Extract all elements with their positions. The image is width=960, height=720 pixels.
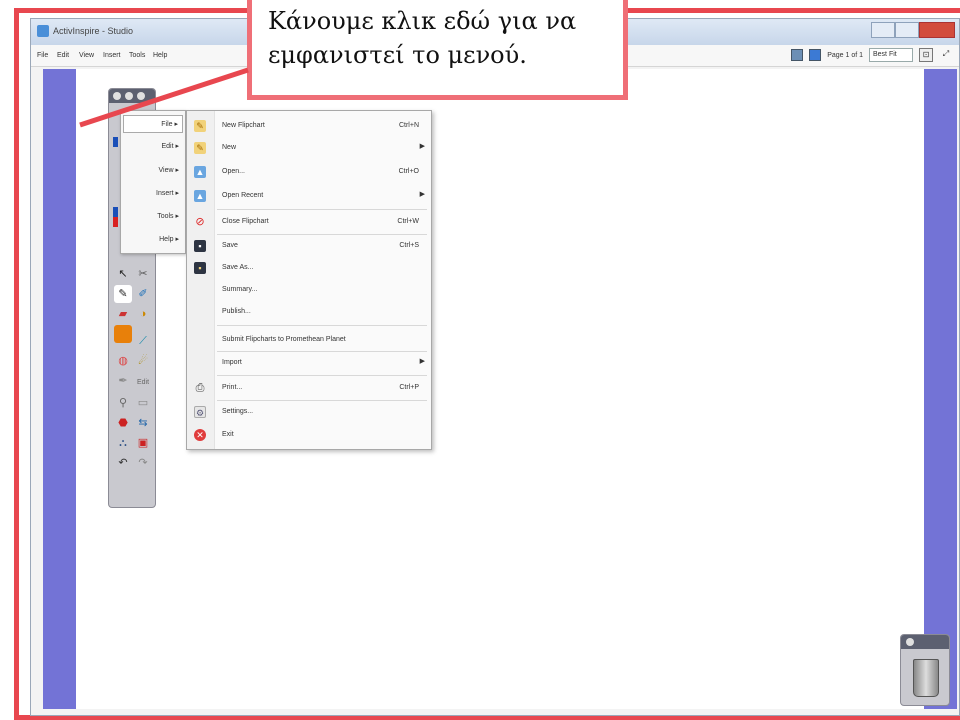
menu-item-new[interactable]: ✎ New ▶ [187, 137, 431, 159]
page-view-icon[interactable] [809, 49, 822, 61]
menu-item-open[interactable]: ▲ Open... Ctrl+O [187, 161, 431, 183]
menu-insert[interactable]: Insert [103, 52, 121, 59]
new-icon: ✎ [194, 142, 206, 154]
trash-can-icon[interactable] [913, 659, 939, 697]
expand-icon[interactable]: ⤢ [939, 48, 953, 62]
revealer-icon[interactable]: ⛬ [114, 434, 132, 452]
exit-icon: ✕ [194, 429, 206, 441]
grid-icon[interactable] [791, 49, 804, 61]
zoom-select[interactable]: Best Fit [869, 48, 913, 62]
menu-item-save[interactable]: ▪ Save Ctrl+S [187, 235, 431, 257]
menu-item-import[interactable]: Import ▶ [187, 352, 431, 374]
clear-icon[interactable]: ▣ [134, 434, 152, 452]
main-menu: File ▸ Edit ▸ View ▸ Insert ▸ Tools ▸ He… [120, 110, 186, 254]
menu-separator [217, 325, 427, 326]
maximize-button[interactable] [895, 22, 919, 38]
menu-item-exit[interactable]: ✕ Exit [187, 424, 431, 446]
pen-icon[interactable]: ✎ [114, 285, 132, 303]
main-menu-item-edit[interactable]: Edit ▸ [161, 142, 179, 150]
print-icon: ⎙ [195, 382, 205, 394]
pin-icon[interactable] [125, 92, 133, 100]
color-swatch-blue[interactable] [113, 137, 118, 147]
color-swatch-blue-2[interactable] [113, 207, 118, 217]
callout-line-2: εμφανιστεί το μενού. [268, 41, 527, 69]
annotation-callout: Κάνουμε κλικ εδώ για να εμφανιστεί το με… [247, 0, 628, 100]
menu-item-close-flipchart[interactable]: ⊘ Close Flipchart Ctrl+W [187, 211, 431, 233]
menu-item-new-flipchart[interactable]: ✎ New Flipchart Ctrl+N [187, 115, 431, 137]
shape-icon[interactable] [114, 325, 132, 343]
fill-icon[interactable]: ◍ [114, 352, 132, 370]
settings-icon: ⚙ [194, 406, 206, 418]
callout-line-1: Κάνουμε κλικ εδώ για να [268, 7, 577, 35]
stamp-icon[interactable]: ⬣ [114, 414, 132, 432]
main-menu-item-help[interactable]: Help ▸ [159, 235, 179, 243]
close-flipchart-icon: ⊘ [195, 216, 205, 228]
menu-item-publish[interactable]: Publish... [187, 301, 431, 323]
new-flipchart-icon: ✎ [194, 120, 206, 132]
eraser-icon[interactable]: ▰ [114, 305, 132, 323]
save-icon: ▪ [194, 240, 206, 252]
window-controls [871, 22, 955, 38]
spotlight-icon[interactable]: ☄ [134, 352, 152, 370]
main-menu-icon[interactable] [113, 92, 121, 100]
tool-grid: ↖ ✂ ✎ ✐ ▰ ◑ ⟋ ◍ ☄ ✒ Edit ⚲ ▭ ⬣ ⇆ ⛬ ▣ ↶ ↷ [113, 264, 153, 473]
minimize-button[interactable] [871, 22, 895, 38]
highlighter-icon[interactable]: ✐ [134, 285, 152, 303]
window-title: ActivInspire - Studio [53, 26, 134, 36]
menu-tools[interactable]: Tools [129, 52, 145, 59]
collapse-icon[interactable] [137, 92, 145, 100]
magic-ink-icon[interactable]: ◑ [134, 305, 152, 323]
open-icon: ▲ [194, 166, 206, 178]
redo-icon[interactable]: ↷ [134, 454, 152, 472]
select-tool-icon[interactable]: ↖ [114, 265, 132, 283]
save-as-icon: ▪ [194, 262, 206, 274]
main-menu-item-file[interactable]: File ▸ [123, 115, 183, 133]
menu-item-save-as[interactable]: ▪ Save As... [187, 257, 431, 279]
dual-user-button[interactable]: ⊡ [919, 48, 933, 62]
handwriting-icon[interactable]: ⚲ [114, 394, 132, 412]
submenu-arrow-icon: ▶ [419, 143, 425, 150]
toolbox-header[interactable] [109, 89, 155, 103]
trash-header [901, 635, 949, 649]
menu-separator [217, 209, 427, 210]
menu-file[interactable]: File [37, 52, 48, 59]
trash-widget [900, 634, 950, 706]
menu-item-print[interactable]: ⎙ Print... Ctrl+P [187, 377, 431, 399]
submenu-arrow-icon: ▶ [419, 191, 425, 198]
edit-text-icon[interactable]: Edit [134, 374, 152, 392]
main-menu-item-tools[interactable]: Tools ▸ [157, 212, 179, 220]
camera-icon[interactable]: ⇆ [134, 414, 152, 432]
undo-icon[interactable]: ↶ [114, 454, 132, 472]
main-menu-item-view[interactable]: View ▸ [158, 166, 179, 174]
menu-separator [217, 375, 427, 376]
trash-menu-icon[interactable] [906, 638, 914, 646]
menu-item-open-recent[interactable]: ▲ Open Recent ▶ [187, 185, 431, 207]
app-icon [37, 25, 49, 37]
main-menu-item-insert[interactable]: Insert ▸ [156, 189, 179, 197]
close-button[interactable] [919, 22, 955, 38]
clipboard-icon[interactable]: ▭ [134, 394, 152, 412]
submenu-arrow-icon: ▶ [419, 358, 425, 365]
menu-view[interactable]: View [79, 52, 94, 59]
menu-item-submit-flipcharts[interactable]: Submit Flipcharts to Promethean Planet [187, 329, 431, 351]
color-swatch-red[interactable] [113, 217, 118, 227]
open-recent-icon: ▲ [194, 190, 206, 202]
connector-icon[interactable]: ⟋ [134, 332, 152, 350]
menu-help[interactable]: Help [153, 52, 167, 59]
page-toolbar: Page 1 of 1 Best Fit ⊡ ⤢ [791, 48, 953, 62]
menu-item-settings[interactable]: ⚙ Settings... [187, 401, 431, 423]
scissors-icon[interactable]: ✂ [134, 265, 152, 283]
page-indicator: Page 1 of 1 [827, 51, 863, 59]
text-tool-icon[interactable]: ✒ [114, 372, 132, 390]
menu-item-summary[interactable]: Summary... [187, 279, 431, 301]
menu-edit[interactable]: Edit [57, 52, 69, 59]
file-menu: ✎ New Flipchart Ctrl+N ✎ New ▶ ▲ Open...… [186, 110, 432, 450]
